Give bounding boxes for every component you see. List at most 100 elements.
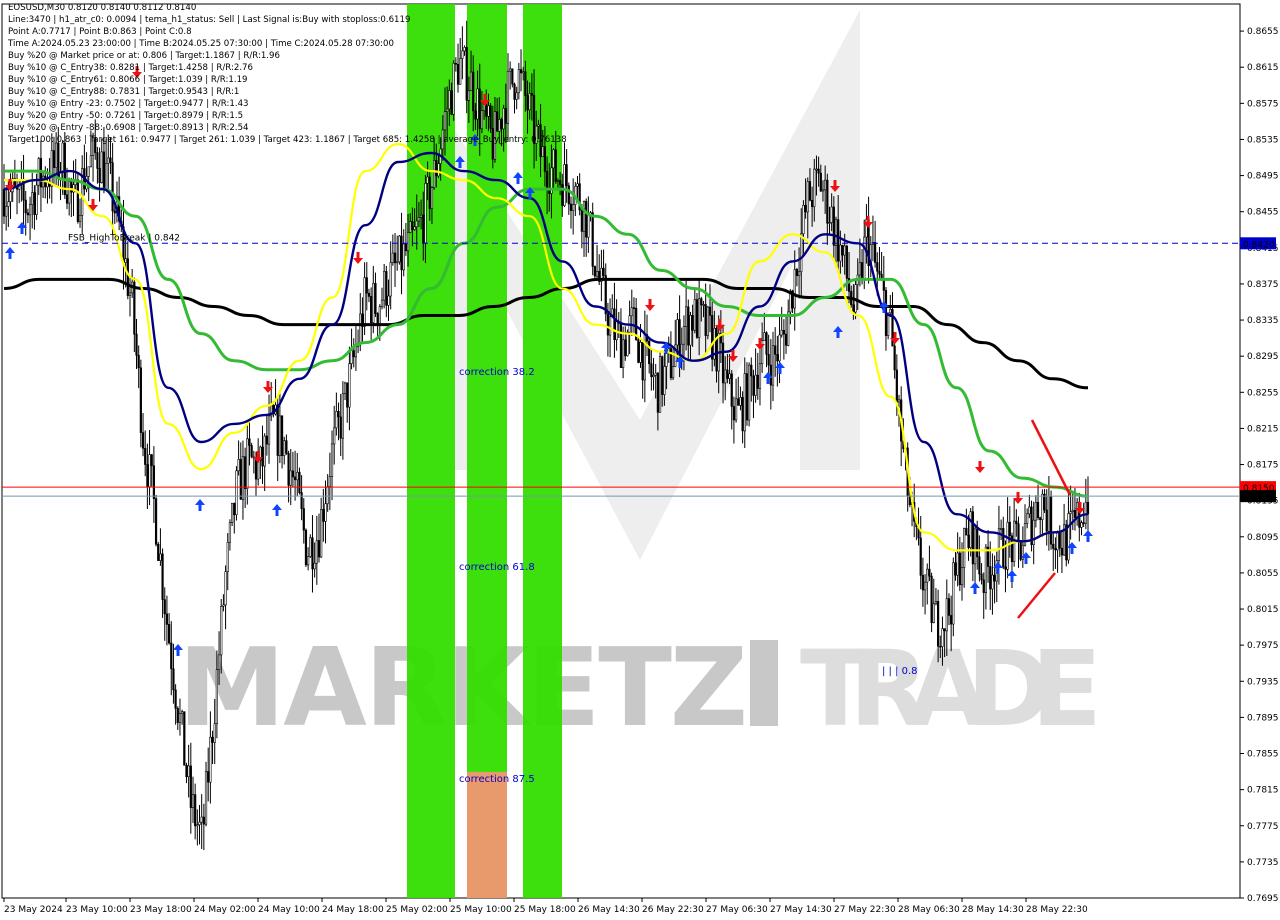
candle-body	[287, 453, 290, 486]
candle-body	[897, 399, 901, 403]
candle-body	[181, 711, 184, 714]
x-tick-label: 27 May 14:30	[770, 905, 832, 915]
candle-body	[771, 345, 775, 386]
candle-body	[624, 339, 627, 357]
y-tick-label: 0.7735	[1247, 858, 1279, 868]
candle-body	[159, 553, 162, 561]
candle-body	[167, 624, 171, 644]
candle-body	[593, 266, 596, 277]
candle-body	[144, 448, 147, 465]
candle-body	[341, 393, 344, 439]
candle-body	[1008, 521, 1011, 537]
candle-body	[139, 367, 142, 433]
candle-body	[984, 546, 987, 594]
candle-body	[313, 562, 316, 570]
candle-body	[55, 142, 58, 168]
candle-body	[176, 708, 179, 723]
candle-body	[413, 226, 416, 230]
candle-body	[24, 199, 27, 214]
y-tick-label: 0.8455	[1247, 208, 1279, 218]
candle-body	[170, 642, 173, 670]
candle-body	[608, 316, 612, 336]
x-tick-label: 28 May 22:30	[1026, 905, 1088, 915]
candle-body	[324, 503, 327, 522]
candle-body	[185, 764, 188, 778]
candle-body	[1086, 501, 1090, 515]
candle-body	[580, 209, 583, 232]
candle-body	[87, 166, 90, 177]
candle-body	[1082, 522, 1085, 524]
candle-body	[102, 151, 106, 190]
candle-body	[337, 410, 340, 418]
candle-body	[367, 292, 371, 297]
watermark-text: MARKETZ	[178, 626, 748, 751]
candle-body	[554, 149, 557, 182]
y-tick-label: 0.7935	[1247, 677, 1279, 687]
candle-body	[721, 342, 725, 384]
candle-body	[552, 149, 555, 169]
candle-body	[841, 244, 844, 256]
candle-body	[241, 456, 245, 500]
candle-body	[543, 146, 547, 172]
candle-body	[802, 204, 805, 235]
candle-body	[1019, 541, 1022, 560]
candle-body	[632, 307, 636, 310]
candle-body	[954, 562, 957, 576]
candle-body	[393, 252, 397, 264]
candle-body	[328, 476, 331, 487]
candle-body	[7, 201, 10, 207]
candle-body	[1039, 517, 1042, 520]
candle-body	[378, 306, 381, 324]
correction-label: correction 61.8	[459, 562, 535, 573]
candle-body	[204, 771, 208, 825]
candle-body	[943, 628, 946, 632]
candle-body	[424, 183, 427, 244]
candle-body	[100, 151, 103, 183]
candle-body	[98, 168, 101, 183]
candle-body	[68, 181, 71, 204]
candle-body	[430, 187, 434, 209]
candle-body	[437, 163, 440, 177]
candle-body	[213, 723, 216, 743]
candle-body	[671, 366, 675, 379]
candle-body	[626, 331, 629, 357]
candle-body	[406, 232, 410, 252]
candle-body	[587, 214, 590, 238]
candle-body	[641, 342, 644, 381]
symbol-line: EOSUSD,M30 0.8120 0.8140 0.8112 0.8140	[8, 3, 197, 13]
candle-body	[63, 142, 66, 196]
watermark-i	[750, 640, 778, 726]
fsb-price-badge-label: 0.8420	[1243, 240, 1275, 250]
candle-body	[923, 581, 927, 591]
info-line: Buy %20 @ Market price or at: 0.806 | Ta…	[8, 51, 280, 61]
y-tick-label: 0.8375	[1247, 280, 1279, 290]
candle-body	[404, 243, 407, 252]
candle-body	[758, 363, 762, 389]
candle-body	[908, 495, 911, 505]
candle-body	[391, 252, 394, 263]
x-tick-label: 27 May 22:30	[834, 905, 896, 915]
x-tick-label: 25 May 02:00	[386, 905, 448, 915]
candle-body	[572, 204, 575, 211]
candle-body	[220, 606, 223, 656]
candle-body	[1069, 511, 1072, 514]
candle-body	[830, 206, 833, 223]
candle-body	[348, 363, 351, 408]
candle-body	[296, 471, 299, 481]
candle-body	[726, 369, 729, 379]
candle-body	[163, 599, 166, 615]
candle-body	[433, 159, 436, 188]
candle-body	[591, 212, 594, 267]
x-tick-label: 24 May 18:00	[322, 905, 384, 915]
candle-body	[763, 332, 766, 341]
candle-body	[363, 277, 366, 327]
candle-body	[28, 204, 32, 216]
candle-body	[141, 432, 145, 449]
info-line: Time A:2024.05.23 23:00:00 | Time B:2024…	[8, 39, 394, 49]
candle-body	[960, 567, 964, 586]
info-line: Buy %20 @ Entry -88: 0.6908 | Target:0.8…	[8, 123, 249, 133]
info-line: Target100: 0.863 | Target 161: 0.9477 | …	[8, 135, 567, 145]
candle-body	[202, 816, 205, 825]
candle-body	[417, 217, 421, 222]
candle-body	[124, 258, 127, 263]
